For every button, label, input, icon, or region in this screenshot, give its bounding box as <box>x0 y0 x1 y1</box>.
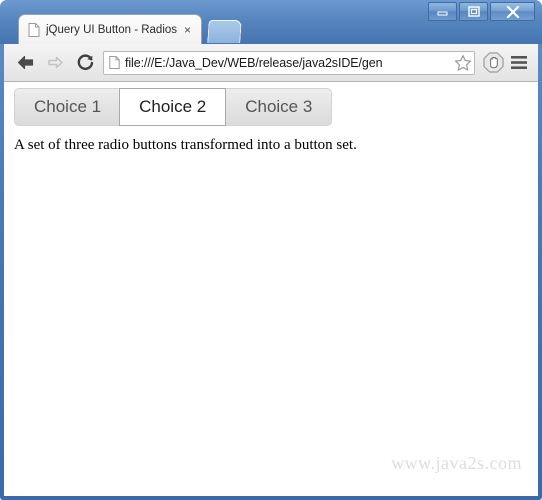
close-button[interactable] <box>490 2 535 21</box>
extension-button[interactable] <box>480 48 506 78</box>
site-watermark: www.java2s.com <box>391 453 522 473</box>
radio-buttonset: Choice 1 Choice 2 Choice 3 <box>14 88 333 126</box>
address-bar[interactable]: file:///E:/Java_Dev/WEB/release/java2sID… <box>103 50 475 75</box>
menu-button[interactable] <box>506 48 532 78</box>
radio-button-label: Choice 3 <box>245 97 313 116</box>
forward-button <box>40 48 70 78</box>
radio-button-choice-2[interactable]: Choice 2 <box>119 88 227 126</box>
back-arrow-icon <box>17 55 33 70</box>
reload-icon <box>77 54 93 70</box>
close-icon <box>506 5 519 18</box>
adblock-hand-icon <box>482 52 504 73</box>
page-icon <box>28 22 40 37</box>
radio-button-choice-1[interactable]: Choice 1 <box>14 88 121 126</box>
radio-button-label: Choice 1 <box>34 97 102 116</box>
browser-tab[interactable]: jQuery UI Button - Radios × <box>18 14 202 44</box>
hamburger-menu-icon <box>511 56 527 69</box>
page-description: A set of three radio buttons transformed… <box>14 137 357 153</box>
browser-window: jQuery UI Button - Radios × file:///E:/J… <box>0 0 542 500</box>
back-button[interactable] <box>10 48 40 78</box>
maximize-button[interactable] <box>459 2 488 21</box>
window-controls <box>426 2 535 21</box>
new-tab-button[interactable] <box>207 20 242 43</box>
navigation-toolbar: file:///E:/Java_Dev/WEB/release/java2sID… <box>4 44 538 82</box>
tab-title: jQuery UI Button - Radios <box>46 23 178 36</box>
maximize-icon <box>467 6 480 17</box>
page-viewport: Choice 1 Choice 2 Choice 3 A set of thre… <box>4 82 538 496</box>
star-icon[interactable] <box>454 54 472 72</box>
radio-button-label: Choice 2 <box>139 97 207 116</box>
minimize-button[interactable] <box>428 2 457 21</box>
reload-button[interactable] <box>70 48 100 78</box>
radio-button-choice-3[interactable]: Choice 3 <box>225 88 333 126</box>
minimize-icon <box>437 11 448 16</box>
forward-arrow-icon <box>47 56 63 69</box>
page-icon <box>109 56 120 69</box>
tab-close-icon[interactable]: × <box>180 22 195 37</box>
address-text[interactable]: file:///E:/Java_Dev/WEB/release/java2sID… <box>125 56 453 70</box>
